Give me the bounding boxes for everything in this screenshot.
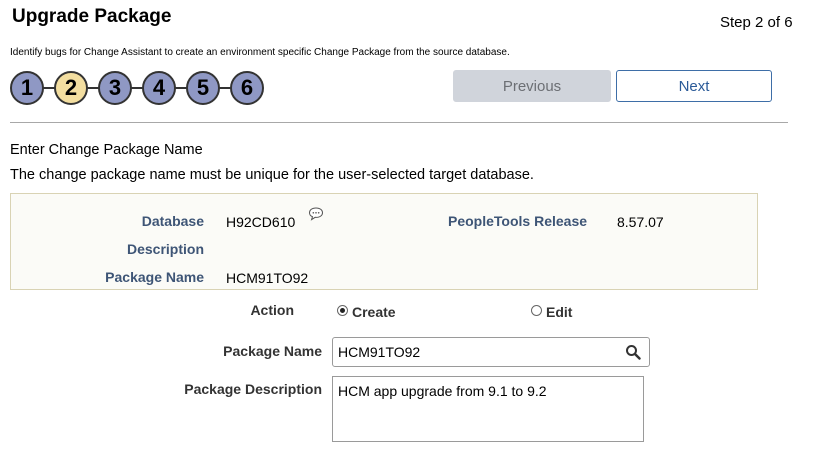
- create-radio[interactable]: [337, 305, 348, 316]
- package-description-value[interactable]: HCM app upgrade from 9.1 to 9.2: [338, 383, 547, 399]
- header-divider: [10, 122, 788, 123]
- package-name-info-value: HCM91TO92: [226, 270, 309, 286]
- database-label: Database: [141, 213, 204, 229]
- description-label: Description: [126, 241, 204, 257]
- search-icon[interactable]: [625, 344, 641, 360]
- train-step-3[interactable]: 3: [98, 71, 132, 105]
- section-heading: Enter Change Package Name: [10, 142, 203, 158]
- package-name-info-label: Package Name: [105, 269, 204, 285]
- page-instructions: Identify bugs for Change Assistant to cr…: [10, 47, 510, 58]
- next-button[interactable]: Next: [616, 70, 772, 102]
- previous-button[interactable]: Previous: [453, 70, 611, 102]
- package-name-label: Package Name: [223, 343, 322, 359]
- train-step-2[interactable]: 2: [54, 71, 88, 105]
- train-step-6[interactable]: 6: [230, 71, 264, 105]
- train-step-5[interactable]: 5: [186, 71, 220, 105]
- package-description-textarea[interactable]: HCM app upgrade from 9.1 to 9.2: [332, 376, 644, 442]
- package-description-label: Package Description: [184, 381, 322, 397]
- train-step-1[interactable]: 1: [10, 71, 44, 105]
- peopletools-release-label: PeopleTools Release: [448, 213, 588, 229]
- train-step-4[interactable]: 4: [142, 71, 176, 105]
- speech-bubble-icon[interactable]: [308, 206, 324, 222]
- create-radio-label[interactable]: Create: [352, 304, 396, 320]
- peopletools-release-value: 8.57.07: [617, 214, 664, 230]
- page-title: Upgrade Package: [12, 6, 172, 27]
- edit-radio-label[interactable]: Edit: [546, 304, 572, 320]
- action-label: Action: [250, 302, 294, 318]
- step-indicator: Step 2 of 6: [720, 14, 793, 31]
- database-value: H92CD610: [226, 214, 296, 230]
- edit-radio[interactable]: [531, 305, 542, 316]
- package-name-input[interactable]: HCM91TO92: [332, 337, 650, 367]
- step-train: 1 2 3 4 5 6: [10, 71, 266, 105]
- package-name-input-value[interactable]: HCM91TO92: [338, 344, 420, 360]
- section-description: The change package name must be unique f…: [10, 167, 534, 183]
